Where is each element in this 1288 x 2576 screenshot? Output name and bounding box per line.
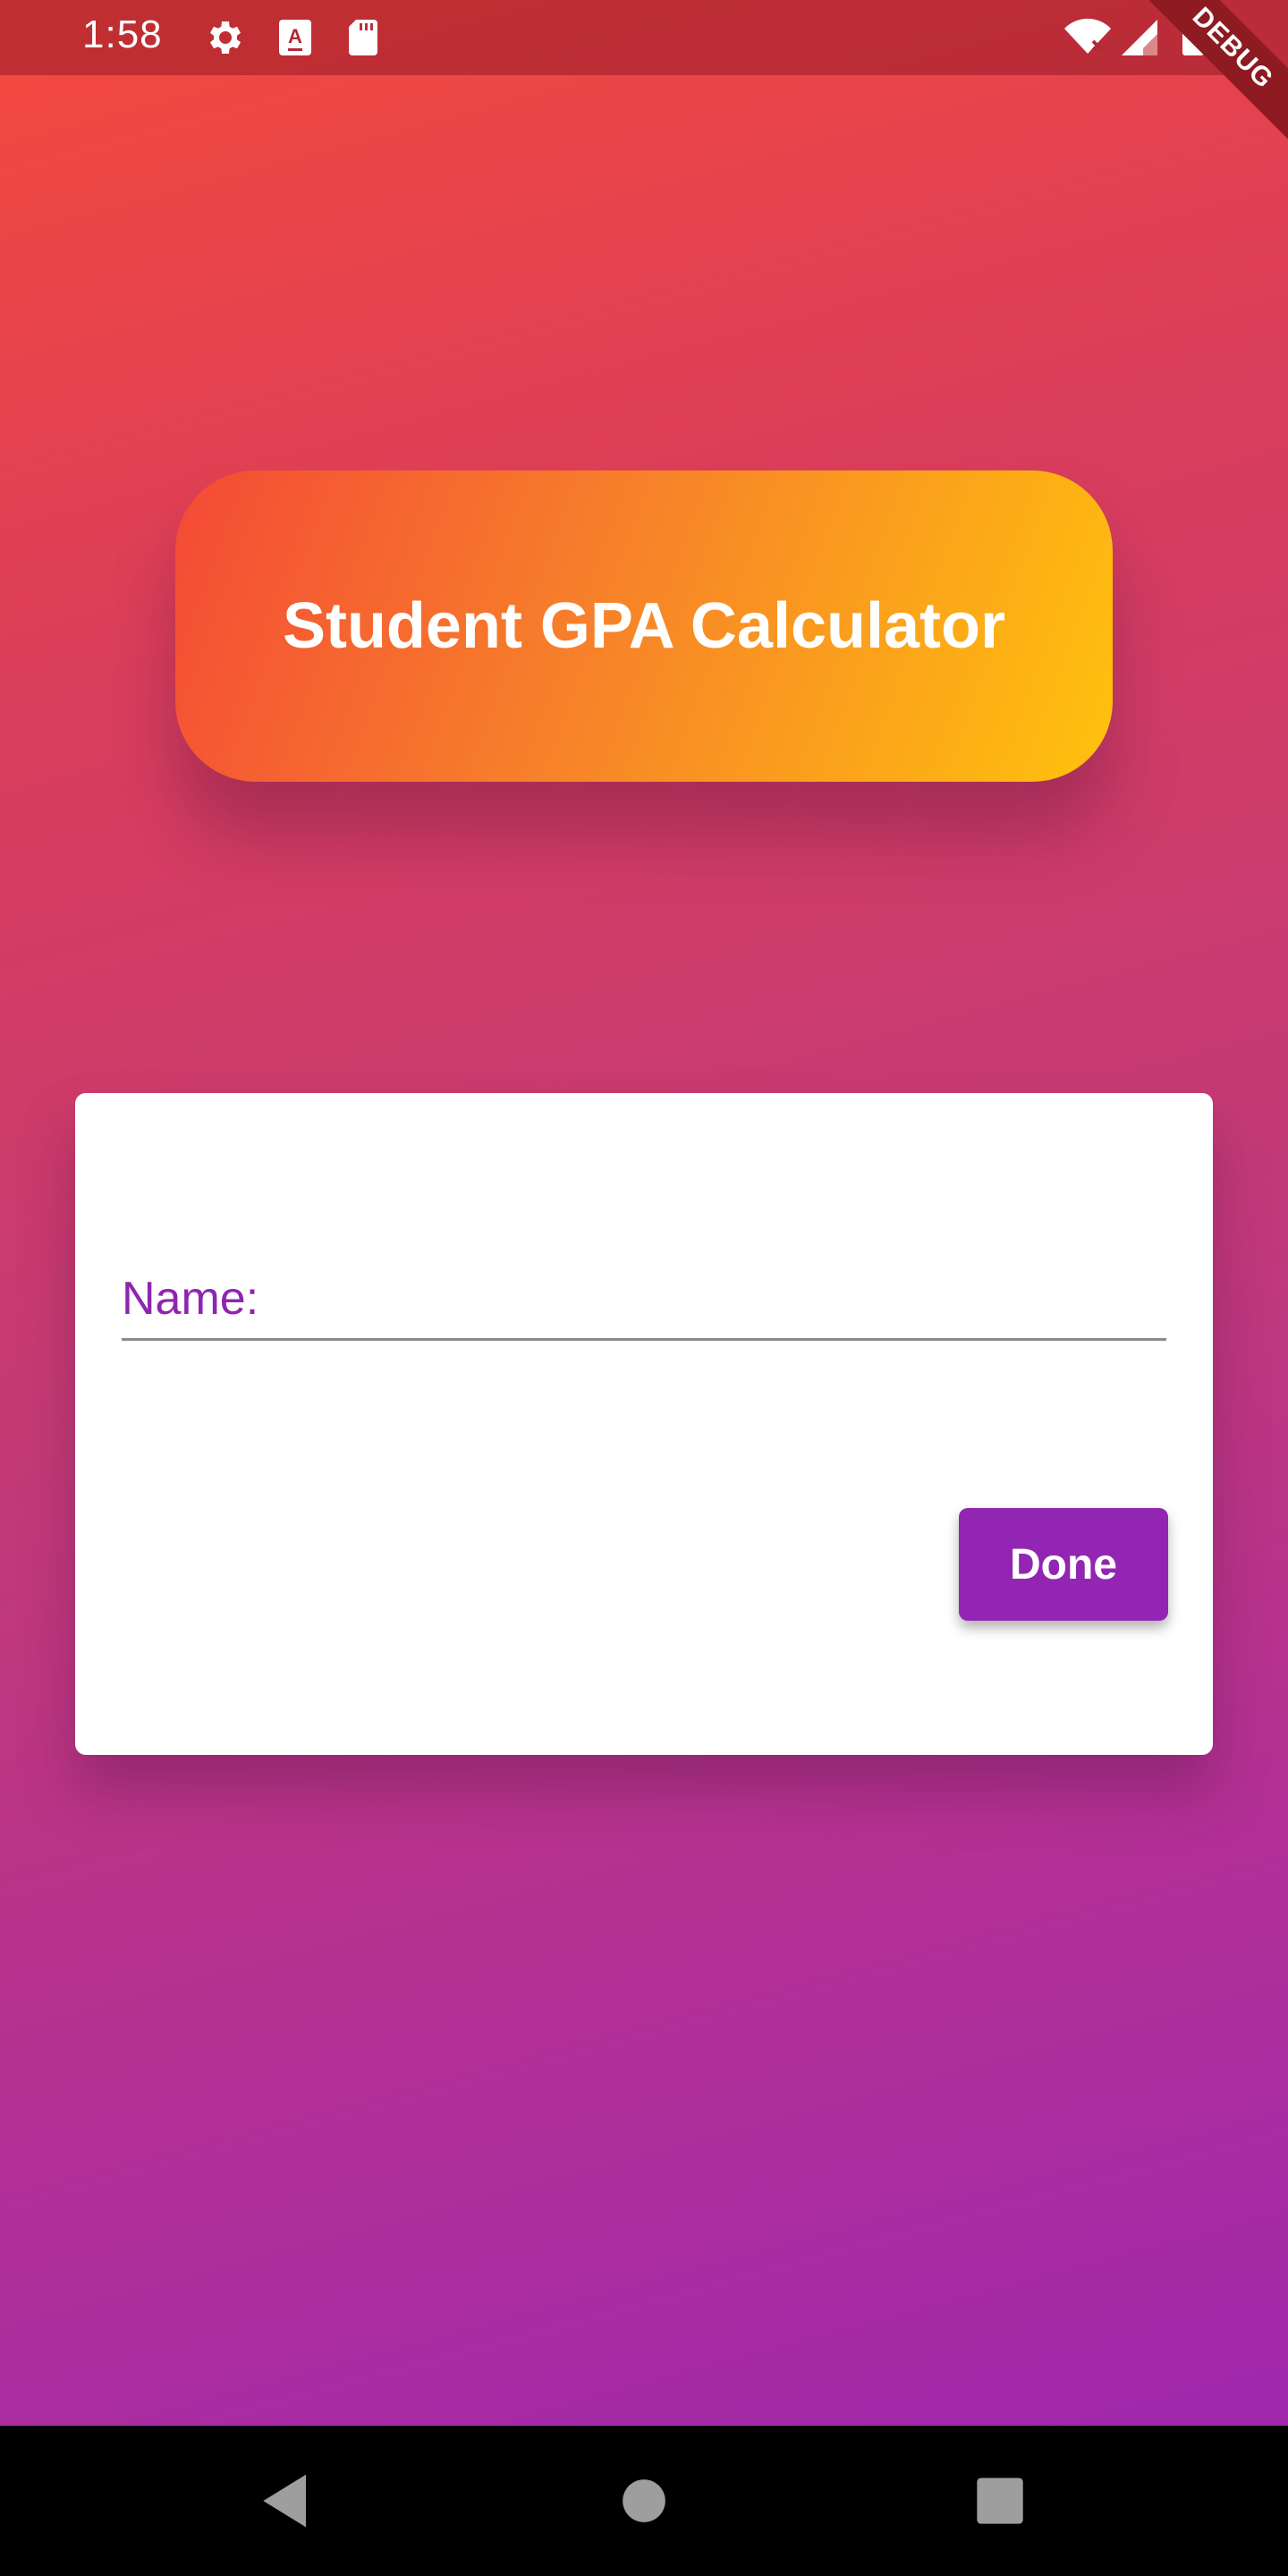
name-form-card: Name: Done bbox=[75, 1093, 1213, 1755]
sd-card-icon bbox=[342, 16, 385, 59]
back-icon[interactable] bbox=[247, 2462, 326, 2540]
wifi-icon bbox=[1063, 16, 1113, 59]
recents-icon[interactable] bbox=[961, 2462, 1039, 2540]
status-time: 1:58 bbox=[82, 13, 163, 56]
status-bar: 1:58 A DEBUG bbox=[0, 0, 1288, 148]
home-icon[interactable] bbox=[605, 2462, 683, 2540]
done-button[interactable]: Done bbox=[959, 1508, 1168, 1621]
a-keyboard-icon: A bbox=[274, 16, 317, 59]
title-card: Student GPA Calculator bbox=[175, 470, 1113, 782]
svg-text:A: A bbox=[288, 25, 302, 47]
app-title: Student GPA Calculator bbox=[282, 590, 1006, 662]
name-input[interactable] bbox=[122, 1263, 1166, 1341]
app-screen: 1:58 A DEBUG Student GPA Calculator Name… bbox=[0, 0, 1288, 2576]
settings-icon bbox=[202, 16, 245, 59]
signal-icon bbox=[1118, 16, 1161, 59]
navigation-bar bbox=[0, 2426, 1288, 2576]
